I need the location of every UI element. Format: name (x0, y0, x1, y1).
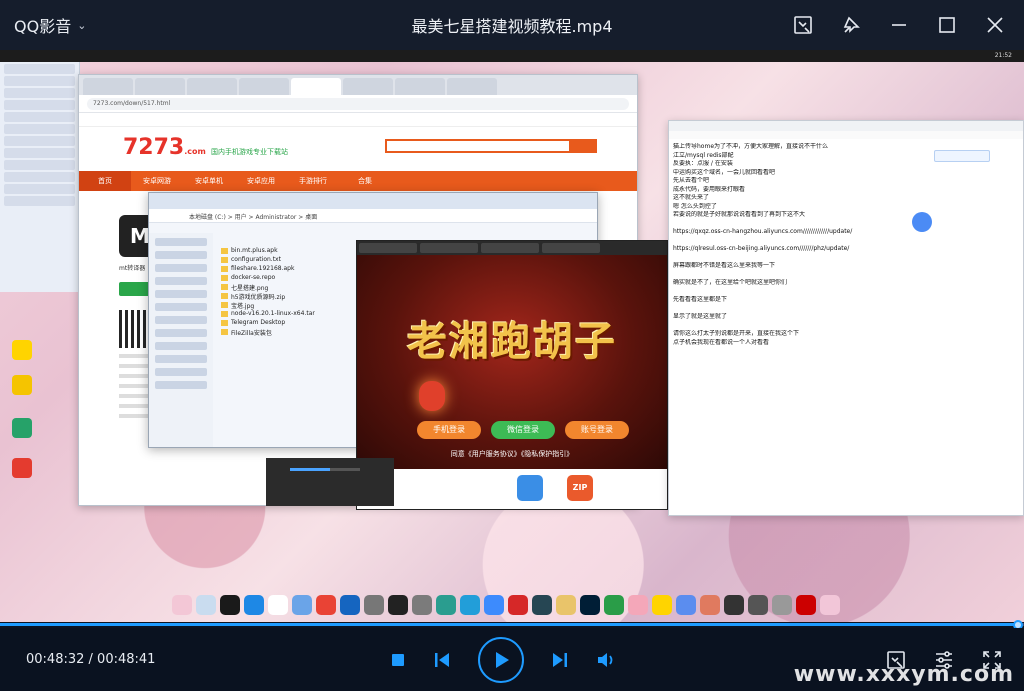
time-display: 00:48:32 / 00:48:41 (26, 652, 155, 667)
total-time: 00:48:41 (97, 652, 156, 667)
notepad-line: 这不就头来了 (673, 194, 710, 201)
time-separator: / (84, 652, 98, 667)
site-watermark: www.xxxym.com (793, 662, 1014, 687)
site-nav: 首页 安卓网游 安卓单机 安卓应用 手游排行 合集 (79, 171, 637, 191)
explorer-path: 本地磁盘 (C:) > 用户 > Administrator > 桌面 (149, 209, 597, 223)
current-time: 00:48:32 (26, 652, 85, 667)
game-wechat-login: 微信登录 (491, 421, 555, 439)
game-title: 老湘跑胡子 (407, 319, 617, 365)
volume-icon (598, 652, 613, 667)
notepad-line: 成永代码，要用眼来打眼看 (673, 185, 746, 193)
site-search (385, 139, 597, 153)
player-controls: 00:48:32 / 00:48:41 www.xxxym.com (0, 628, 1024, 691)
notepad-line (673, 322, 1019, 331)
desktop-dock (172, 592, 856, 618)
site-logo: 7273.com (123, 135, 206, 160)
notepad-line (673, 271, 1019, 280)
chevron-down-icon: ⌄ (77, 18, 87, 32)
notepad-line: 嗯 怎么头到控了 (673, 202, 717, 210)
play-icon (496, 651, 509, 668)
title-bar: QQ影音 ⌄ 最美七星搭建视频教程.mp4 (0, 0, 1024, 50)
notepad-line (673, 288, 1019, 297)
notepad-line: 屏幕跟都时不错是看这么里来我等一下 (673, 262, 776, 269)
file-explorer-sidebar (0, 62, 80, 292)
notepad-line (673, 237, 1019, 246)
notepad-line (673, 220, 1019, 229)
os-clock: 21:52 (994, 52, 1012, 59)
screenshot-icon (794, 16, 812, 34)
notepad-line: 请你这么打太子别说都是开来，直接在我这个下 (673, 330, 800, 337)
zip-icon: ZIP (567, 475, 593, 501)
app-icon (517, 475, 543, 501)
volume-button[interactable] (596, 650, 618, 670)
game-agreement: 同意《用户服务协议》《隐私保护指引》 (450, 450, 574, 458)
next-icon (553, 652, 567, 667)
close-icon (987, 17, 1003, 33)
stop-button[interactable] (390, 652, 406, 668)
notepad-line: 先看看看这里都是下 (673, 296, 728, 303)
os-taskbar: 21:52 (0, 50, 1024, 62)
maximize-button[interactable] (936, 14, 958, 36)
maximize-icon (939, 17, 955, 33)
minimize-button[interactable] (888, 14, 910, 36)
notepad-line: 点子机会我现在看都说一个人对看看 (673, 338, 770, 346)
notepad-line: 若要说的就是子好就那说说看看到了再到下这不大 (673, 211, 806, 218)
desktop-app-icon (2, 458, 42, 480)
stop-icon (392, 653, 404, 666)
close-button[interactable] (984, 14, 1006, 36)
seek-fill (0, 623, 1021, 626)
play-button[interactable] (478, 636, 524, 683)
screenshot-button[interactable] (792, 14, 814, 36)
app-menu-button[interactable]: QQ影音 ⌄ (14, 13, 86, 37)
notepad-line: https://qlresul.oss-cn-beijing.aliyuncs.… (673, 245, 850, 252)
site-slogan: 国内手机游戏专业下载站 (211, 148, 288, 156)
notepad-text: 猫上传导home为了不冲，方便大家理解，直接说不干什么 江立/mysql redi… (669, 139, 1023, 351)
notepad-line: 显示了就是这里就了 (673, 313, 728, 320)
game-phone-login: 手机登录 (417, 421, 481, 439)
video-frame[interactable]: 21:52 7273.com/down/517.html 7273.com 国内… (0, 50, 1024, 622)
window-controls (792, 0, 1006, 50)
previous-button[interactable] (432, 650, 452, 670)
game-window: 老湘跑胡子 手机登录 微信登录 账号登录 同意《用户服务协议》《隐私保护指引》 … (356, 240, 668, 510)
notepad-line (673, 305, 1019, 314)
notepad-window: 猫上传导home为了不冲，方便大家理解，直接说不干什么 江立/mysql redi… (668, 120, 1024, 516)
notepad-line: 先从去看个吧 (673, 177, 710, 184)
previous-icon (435, 652, 449, 667)
notepad-side-chip (934, 150, 990, 162)
transport-controls (390, 628, 618, 691)
notepad-line (673, 254, 1019, 263)
notepad-line: https://qxqz.oss-cn-hangzhou.aliyuncs.co… (673, 228, 853, 235)
pin-button[interactable] (840, 14, 862, 36)
floating-ball (912, 212, 932, 232)
seek-bar[interactable] (0, 620, 1024, 630)
pin-icon (843, 16, 860, 33)
download-toast (266, 458, 394, 506)
game-account-login: 账号登录 (565, 421, 629, 439)
desktop-app-icon (2, 375, 42, 397)
lantern-decoration (419, 381, 445, 411)
notepad-line: 确实就是不了，在这里给个吧就这里吧你们 (673, 279, 788, 286)
next-button[interactable] (550, 650, 570, 670)
desktop-app-icon (2, 340, 42, 362)
minimize-icon (892, 24, 906, 26)
browser-url: 7273.com/down/517.html (87, 97, 629, 110)
app-name: QQ影音 (14, 17, 72, 36)
desktop-app-icon (2, 418, 42, 440)
notepad-line: 中运购买这个域名，一会儿就回看看吧 (673, 168, 776, 176)
